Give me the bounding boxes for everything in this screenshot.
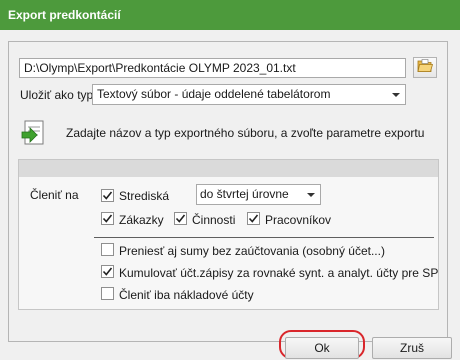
strediska-level-value: do štvrtej úrovne: [200, 187, 289, 201]
cancel-button[interactable]: Zruš: [372, 337, 452, 359]
strediska-label: Strediská: [119, 189, 170, 203]
file-path-value: D:\Olymp\Export\Predkontácie OLYMP 2023_…: [24, 61, 296, 75]
options-group-header: [19, 160, 438, 177]
options-separator: [94, 237, 434, 238]
ok-button[interactable]: Ok: [285, 337, 359, 359]
info-text: Zadajte názov a typ exportného súboru, a…: [66, 126, 425, 140]
preniest-checkbox[interactable]: [101, 243, 114, 256]
file-path-field[interactable]: D:\Olymp\Export\Predkontácie OLYMP 2023_…: [19, 58, 406, 78]
clenit-naklad-checkbox[interactable]: [101, 287, 114, 300]
folder-open-icon: [417, 59, 434, 76]
strediska-checkbox[interactable]: [101, 189, 114, 202]
kumulovat-checkbox[interactable]: [101, 265, 114, 278]
preniest-label: Preniesť aj sumy bez zaúčtovania (osobný…: [119, 244, 385, 258]
strediska-level-select[interactable]: do štvrtej úrovne: [196, 184, 321, 205]
pracovnikov-label: Pracovníkov: [265, 213, 332, 227]
cinnosti-checkbox[interactable]: [174, 212, 187, 225]
zakazky-label: Zákazky: [119, 213, 164, 227]
pracovnikov-checkbox[interactable]: [247, 212, 260, 225]
chevron-down-icon: [307, 193, 315, 197]
save-as-type-select[interactable]: Textový súbor - údaje oddelené tabelátor…: [92, 84, 406, 105]
clenit-naklad-label: Členiť iba nákladové účty: [119, 288, 254, 302]
cinnosti-label: Činnosti: [192, 213, 236, 227]
save-as-type-label: Uložiť ako typ: [20, 88, 94, 102]
browse-button[interactable]: [413, 57, 437, 78]
chevron-down-icon: [392, 93, 400, 97]
export-document-icon: [20, 118, 48, 148]
save-as-type-value: Textový súbor - údaje oddelené tabelátor…: [97, 87, 331, 101]
zakazky-checkbox[interactable]: [101, 212, 114, 225]
kumulovat-label: Kumulovať účt.zápisy za rovnaké synt. a …: [119, 266, 439, 280]
title-bar: Export predkontácií: [0, 0, 460, 30]
window-title: Export predkontácií: [8, 8, 121, 22]
split-on-label: Členiť na: [30, 188, 79, 202]
